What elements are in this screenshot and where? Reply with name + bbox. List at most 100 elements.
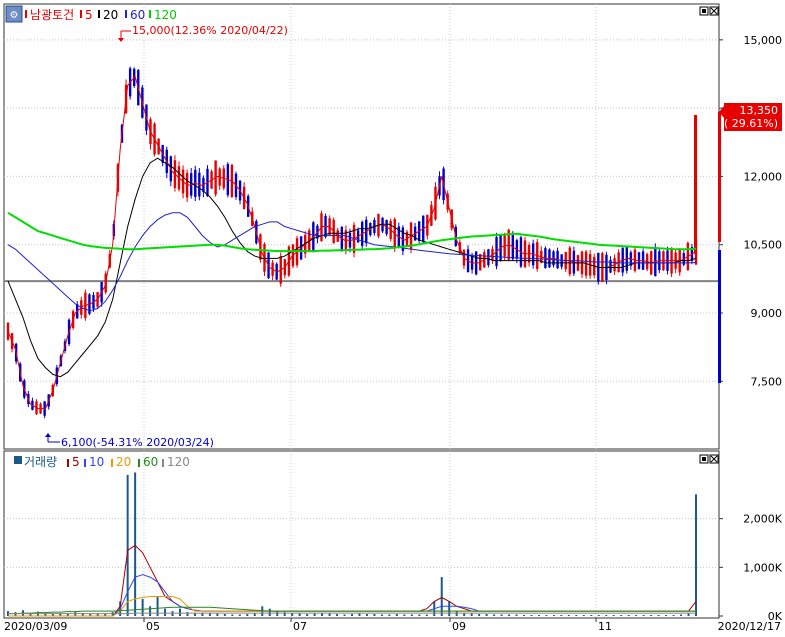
maximize-glyph	[702, 457, 706, 461]
volume-bar	[358, 613, 361, 616]
legend-vol-ma120-swatch	[162, 459, 164, 467]
volume-bar	[253, 613, 256, 616]
volume-bar	[478, 614, 481, 616]
price-tick-label: 9,000	[751, 307, 783, 320]
volume-bar	[635, 615, 638, 617]
legend-vol-ma20-swatch	[111, 459, 113, 467]
volume-bar	[216, 613, 219, 616]
legend-name-swatch	[25, 10, 27, 18]
volume-bar	[642, 615, 645, 617]
volume-bar	[395, 614, 398, 616]
volume-bar	[149, 606, 152, 616]
volume-bar	[365, 614, 368, 616]
legend-vol-ma20: 20	[116, 455, 131, 469]
volume-bar	[328, 613, 331, 616]
x-axis: 2020/03/09 05 07 09 11 2020/12/17	[4, 618, 781, 633]
volume-bar	[627, 615, 630, 617]
volume-bar	[672, 615, 675, 617]
volume-bar	[418, 614, 421, 616]
high-label: 15,000(12.36% 2020/04/22)	[132, 24, 288, 37]
x-tick-label: 07	[293, 620, 307, 633]
volume-bar	[567, 615, 570, 617]
chart-canvas: 15,00013,50012,00010,5009,0007,500 2,000…	[3, 3, 783, 633]
volume-bar	[485, 614, 488, 616]
volume-bar	[612, 615, 615, 617]
price-tick-label: 7,500	[751, 375, 783, 388]
legend-vol-ma60: 60	[143, 455, 158, 469]
volume-bar	[500, 614, 503, 616]
legend-volume-swatch	[14, 456, 22, 464]
price-tick-label: 15,000	[744, 34, 783, 47]
volume-ma120-line	[8, 612, 696, 615]
volume-bar	[388, 614, 391, 616]
price-tag-change: ( 29.61%)	[724, 117, 778, 130]
volume-bar	[575, 615, 578, 617]
price-y-axis: 15,00013,50012,00010,5009,0007,500	[719, 34, 782, 388]
price-tag-value: 13,350	[740, 104, 779, 117]
change-down-bar	[718, 250, 721, 383]
legend-ma5-swatch	[80, 10, 82, 18]
volume-bar	[410, 614, 413, 616]
x-tick-label: 11	[598, 620, 612, 633]
volume-bar	[470, 613, 473, 616]
low-annotation: 6,100(-54.31% 2020/03/24)	[45, 433, 214, 449]
volume-bar	[537, 615, 540, 617]
volume-bar	[246, 614, 249, 616]
volume-bar	[134, 472, 137, 616]
volume-bar	[238, 614, 241, 616]
volume-bar	[508, 614, 511, 616]
legend-ma120: 120	[154, 8, 177, 22]
volume-y-axis: 2,000K1,000K0K	[719, 513, 783, 623]
volume-bar	[545, 615, 548, 617]
volume-bar	[523, 615, 525, 617]
legend-vol-ma10-swatch	[84, 459, 86, 467]
volume-tick-label: 1,000K	[743, 561, 782, 574]
price-tick-label: 12,000	[744, 170, 783, 183]
stock-chart: 15,00013,50012,00010,5009,0007,500 2,000…	[0, 0, 785, 634]
legend-ma20: 20	[103, 8, 118, 22]
legend-ma5: 5	[85, 8, 93, 22]
volume-bar	[552, 615, 555, 617]
volume-bar	[440, 577, 443, 616]
change-up-bar	[718, 112, 721, 242]
volume-bar	[515, 614, 518, 616]
volume-bar	[448, 601, 451, 616]
volume-bar	[126, 474, 129, 616]
volume-bar	[620, 615, 623, 617]
volume-bar	[597, 615, 600, 617]
volume-bar	[605, 615, 608, 617]
volume-bar	[351, 614, 353, 616]
volume-bar	[530, 615, 533, 617]
legend-ma60: 60	[130, 8, 145, 22]
volume-bar	[657, 615, 660, 617]
x-tick-label: 09	[452, 620, 466, 633]
legend-volume-name: 거래량	[24, 455, 57, 469]
legend-vol-ma10: 10	[89, 455, 104, 469]
candle-body	[6, 322, 10, 340]
volume-bar	[560, 615, 563, 617]
volume-bar	[336, 614, 339, 616]
legend-stock-name: 남광토건	[30, 8, 74, 22]
volume-tick-label: 2,000K	[743, 513, 782, 526]
legend-ma60-swatch	[125, 10, 127, 18]
volume-bar	[373, 614, 376, 616]
volume-bar	[680, 614, 683, 616]
volume-bar	[313, 613, 316, 616]
x-start-label: 2020/03/09	[4, 620, 67, 633]
volume-bar	[582, 615, 585, 617]
volume-bar	[343, 614, 346, 616]
volume-bar	[380, 614, 383, 616]
settings-glyph: ⚙	[10, 10, 19, 21]
volume-panel	[3, 450, 720, 619]
x-tick-label: 05	[146, 620, 160, 633]
x-end-label: 2020/12/17	[718, 620, 781, 633]
candle-body-last	[694, 114, 697, 254]
volume-bar	[179, 608, 181, 616]
volume-bar	[590, 615, 593, 617]
volume-bar	[403, 614, 406, 616]
volume-bar	[268, 608, 271, 616]
volume-bar	[650, 615, 653, 617]
volume-bar	[425, 614, 428, 616]
low-label: 6,100(-54.31% 2020/03/24)	[61, 436, 214, 449]
legend-vol-ma60-swatch	[138, 459, 140, 467]
